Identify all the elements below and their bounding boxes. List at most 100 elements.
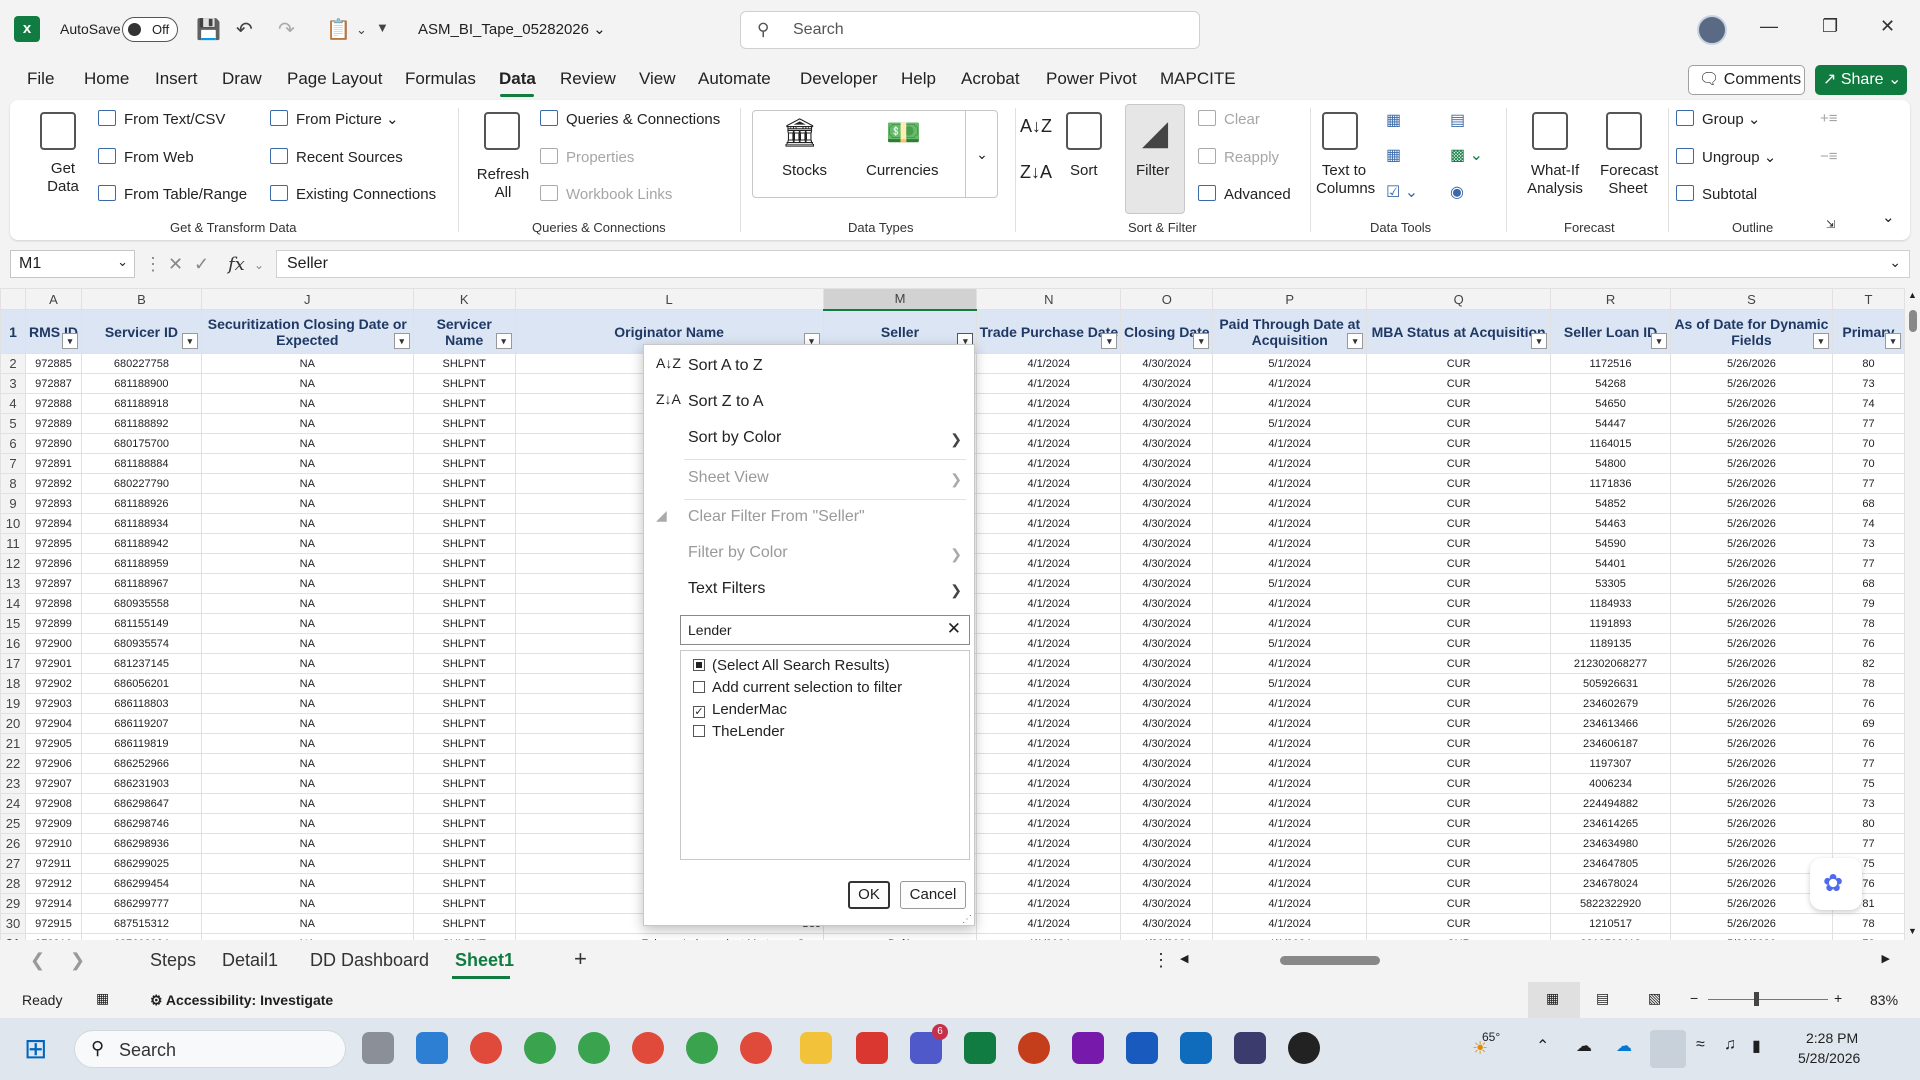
row-number[interactable]: 6 [0,433,26,454]
table-cell[interactable]: 4/30/2024 [1120,393,1214,414]
table-cell[interactable]: 4/1/2024 [1212,833,1368,854]
column-header[interactable]: RMS ID ▾ [24,309,82,354]
table-cell[interactable]: 4/1/2024 [976,553,1122,574]
row-number[interactable]: 8 [0,473,26,494]
vertical-scrollbar[interactable]: ▲ ▼ [1905,288,1920,940]
table-cell[interactable]: SHLPNT [412,373,516,394]
table-cell[interactable]: 78 [1831,613,1905,634]
from-text-csv-button[interactable]: From Text/CSV [98,110,225,128]
tab-data[interactable]: Data [499,69,536,89]
table-cell[interactable]: 4/1/2024 [976,633,1122,654]
table-cell[interactable]: 681188942 [80,533,202,554]
table-cell[interactable]: 74 [1831,393,1905,414]
table-cell[interactable]: NA [200,613,414,634]
table-cell[interactable]: 5/26/2026 [1670,613,1833,634]
recent-sources-button[interactable]: Recent Sources [270,148,403,166]
table-cell[interactable]: 681155149 [80,613,202,634]
table-cell[interactable]: CUR [1366,373,1552,394]
text-to-columns-button[interactable]: Text to Columns [1316,162,1375,198]
tab-file[interactable]: File [27,69,54,89]
table-cell[interactable]: CUR [1366,793,1552,814]
chrome-icon[interactable] [524,1032,556,1064]
table-cell[interactable]: SHLPNT [412,433,516,454]
wifi-icon[interactable]: ≈ [1696,1036,1705,1054]
table-cell[interactable]: 5/26/2026 [1670,433,1833,454]
table-cell[interactable]: SHLPNT [412,573,516,594]
table-cell[interactable]: 4/30/2024 [1120,793,1214,814]
data-validation-icon[interactable]: ☑ ⌄ [1386,182,1418,202]
table-cell[interactable]: 234678024 [1550,873,1672,894]
qa-dropdown-icon[interactable]: ⌄ [356,22,367,38]
column-letter[interactable]: P [1212,288,1368,310]
table-cell[interactable]: CUR [1366,433,1552,454]
file-explorer-icon[interactable] [800,1032,832,1064]
table-cell[interactable]: 4/30/2024 [1120,653,1214,674]
copilot-app-icon[interactable] [416,1032,448,1064]
table-cell[interactable]: 686299025 [80,853,202,874]
table-cell[interactable]: NA [200,873,414,894]
show-detail-icon[interactable]: +≡ [1820,110,1838,127]
table-cell[interactable]: NA [200,813,414,834]
horizontal-scrollbar[interactable]: ◀ ▶ [1180,953,1890,966]
table-cell[interactable]: 686231903 [80,773,202,794]
column-letter[interactable]: T [1831,288,1905,310]
table-cell[interactable]: 972888 [24,393,82,414]
row-number[interactable]: 25 [0,813,26,834]
table-cell[interactable]: 4/1/2024 [976,613,1122,634]
table-cell[interactable]: NA [200,713,414,734]
enter-icon[interactable]: ✓ [194,254,209,275]
table-cell[interactable]: 5/26/2026 [1670,393,1833,414]
table-cell[interactable]: CUR [1366,553,1552,574]
table-cell[interactable]: 5/26/2026 [1670,893,1833,914]
existing-connections-button[interactable]: Existing Connections [270,185,436,203]
expand-formula-icon[interactable]: ⌄ [1889,254,1901,271]
table-cell[interactable]: 73 [1831,793,1905,814]
table-cell[interactable]: 5/26/2026 [1670,753,1833,774]
column-letter[interactable]: K [412,288,516,310]
table-cell[interactable]: NA [200,553,414,574]
table-cell[interactable]: 4/1/2024 [976,533,1122,554]
table-cell[interactable]: 5/26/2026 [1670,773,1833,794]
table-cell[interactable]: 80 [1831,353,1905,374]
column-letter[interactable]: L [514,288,824,310]
table-cell[interactable]: 1172516 [1550,353,1672,374]
row-number[interactable]: 20 [0,713,26,734]
onenote-icon[interactable] [1072,1032,1104,1064]
powerpoint-icon[interactable] [1018,1032,1050,1064]
table-cell[interactable]: 77 [1831,553,1905,574]
table-cell[interactable]: 4/1/2024 [976,793,1122,814]
table-cell[interactable]: 4/1/2024 [1212,393,1368,414]
table-cell[interactable]: 680935574 [80,633,202,654]
table-cell[interactable]: SHLPNT [412,633,516,654]
autosave-toggle[interactable]: Off [122,17,178,42]
table-cell[interactable]: SHLPNT [412,853,516,874]
table-cell[interactable]: CUR [1366,613,1552,634]
table-cell[interactable]: 4/1/2024 [976,853,1122,874]
row-number[interactable]: 22 [0,753,26,774]
tab-insert[interactable]: Insert [155,69,198,89]
table-cell[interactable]: 4006234 [1550,773,1672,794]
close-icon[interactable]: ✕ [1880,16,1895,37]
page-break-view-icon[interactable]: ▧ [1648,990,1661,1007]
zoom-level[interactable]: 83% [1870,992,1898,1008]
outlook-icon[interactable] [1180,1032,1212,1064]
table-cell[interactable]: 54590 [1550,533,1672,554]
table-cell[interactable]: 80 [1831,813,1905,834]
tab-draw[interactable]: Draw [222,69,262,89]
table-cell[interactable]: NA [200,393,414,414]
table-cell[interactable]: NA [200,913,414,934]
table-cell[interactable]: 74 [1831,513,1905,534]
table-cell[interactable]: 76 [1831,733,1905,754]
table-cell[interactable]: SHLPNT [412,773,516,794]
table-cell[interactable]: NA [200,733,414,754]
row-number[interactable]: 14 [0,593,26,614]
table-cell[interactable]: SHLPNT [412,353,516,374]
workbook-links-button[interactable]: Workbook Links [540,185,672,203]
table-cell[interactable]: 5/1/2024 [1212,673,1368,694]
column-header[interactable]: Servicer ID ▾ [80,309,202,354]
table-cell[interactable]: 53305 [1550,573,1672,594]
table-cell[interactable]: SHLPNT [412,913,516,934]
advanced-button[interactable]: Advanced [1198,185,1291,203]
table-cell[interactable]: 76 [1831,693,1905,714]
onedrive-icon[interactable]: ☁ [1616,1036,1632,1056]
